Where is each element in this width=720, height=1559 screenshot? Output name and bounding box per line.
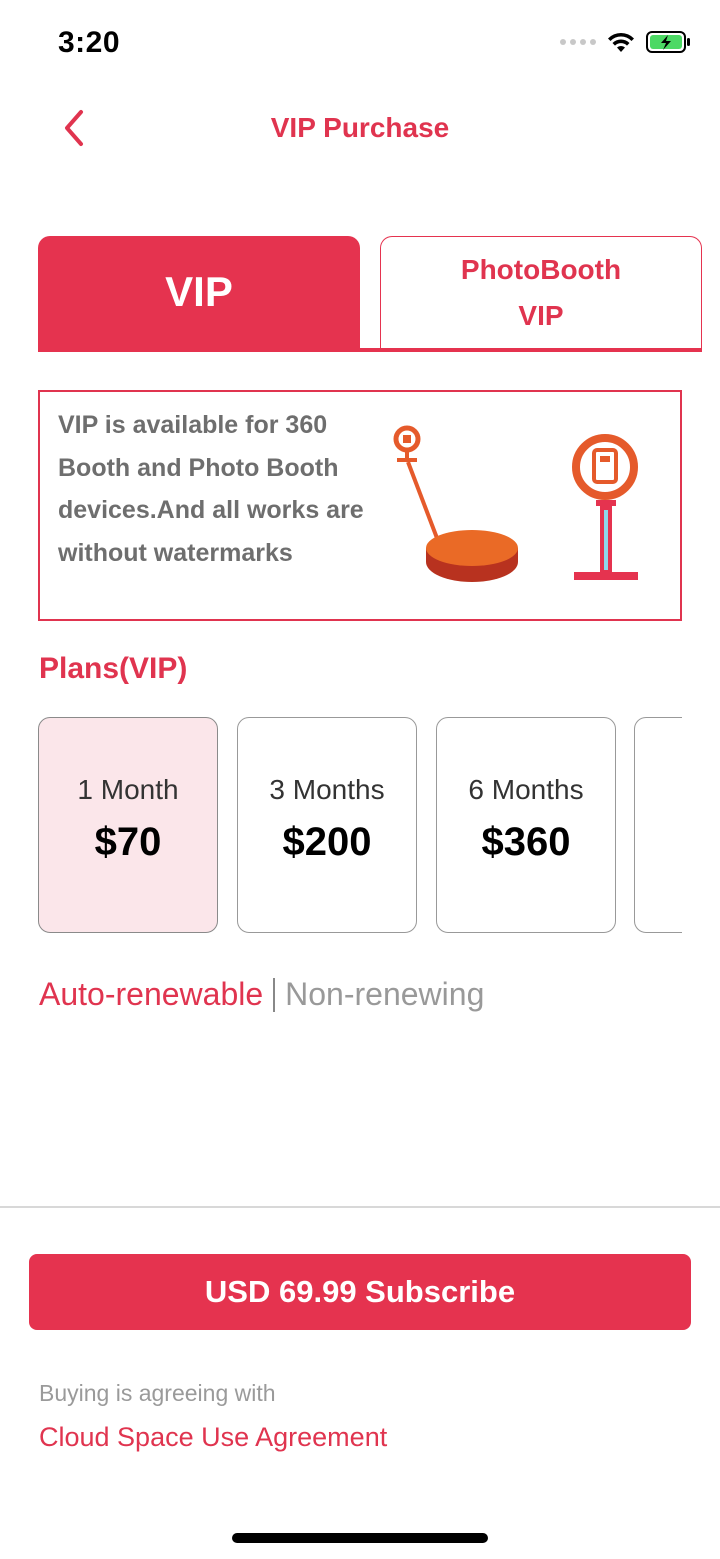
- wifi-icon: [608, 32, 634, 52]
- vip-info-text: VIP is available for 360 Booth and Photo…: [58, 411, 364, 567]
- status-bar: 3:20: [0, 0, 720, 88]
- vip-info-box: VIP is available for 360 Booth and Photo…: [38, 390, 682, 621]
- plans-carousel[interactable]: 1 Month $70 3 Months $200 6 Months $360: [38, 717, 682, 935]
- tab-vip-label: VIP: [165, 268, 233, 315]
- page-title: VIP Purchase: [270, 112, 450, 143]
- battery-charging-icon: [646, 31, 690, 53]
- plan-price: $70: [94, 820, 162, 864]
- plan-card-6-months[interactable]: 6 Months $360: [436, 717, 616, 933]
- agreement-link[interactable]: Cloud Space Use Agreement: [39, 1422, 387, 1453]
- status-time: 3:20: [58, 26, 121, 59]
- plan-name: 3 Months: [269, 774, 385, 805]
- plan-name: 6 Months: [468, 774, 584, 805]
- plan-price: $360: [481, 820, 571, 864]
- agreement-prefix: Buying is agreeing with: [39, 1380, 276, 1406]
- plan-name: 1 Month: [77, 774, 179, 805]
- plans-title: Plans(VIP): [39, 652, 188, 685]
- subscribe-button[interactable]: USD 69.99 Subscribe: [29, 1254, 691, 1330]
- plan-price: $200: [282, 820, 372, 864]
- tab-underline: [38, 348, 702, 352]
- tab-bar: VIP PhotoBooth VIP: [38, 236, 702, 352]
- photo-booth-icon: [572, 434, 638, 580]
- plan-card-1-month[interactable]: 1 Month $70: [38, 717, 218, 933]
- tab-vip[interactable]: VIP: [38, 236, 360, 348]
- 360-booth-icon: [393, 425, 518, 582]
- auto-renewable-option[interactable]: Auto-renewable: [39, 976, 263, 1013]
- plan-card-3-months[interactable]: 3 Months $200: [237, 717, 417, 933]
- renewal-divider: [273, 977, 276, 1012]
- home-indicator[interactable]: [232, 1533, 488, 1543]
- device-illustration: [393, 425, 638, 582]
- plan-card-partial[interactable]: [634, 717, 682, 933]
- non-renewing-option[interactable]: Non-renewing: [285, 976, 484, 1013]
- nav-bar: VIP Purchase: [0, 88, 720, 168]
- renewal-type-selector: Auto-renewable Non-renewing: [39, 976, 484, 1013]
- tab-photobooth-label: PhotoBooth VIP: [460, 253, 622, 331]
- signal-icon: [560, 39, 596, 45]
- tab-photobooth-vip[interactable]: PhotoBooth VIP: [380, 236, 702, 348]
- status-icons: [560, 30, 692, 54]
- footer-divider: [0, 1206, 720, 1208]
